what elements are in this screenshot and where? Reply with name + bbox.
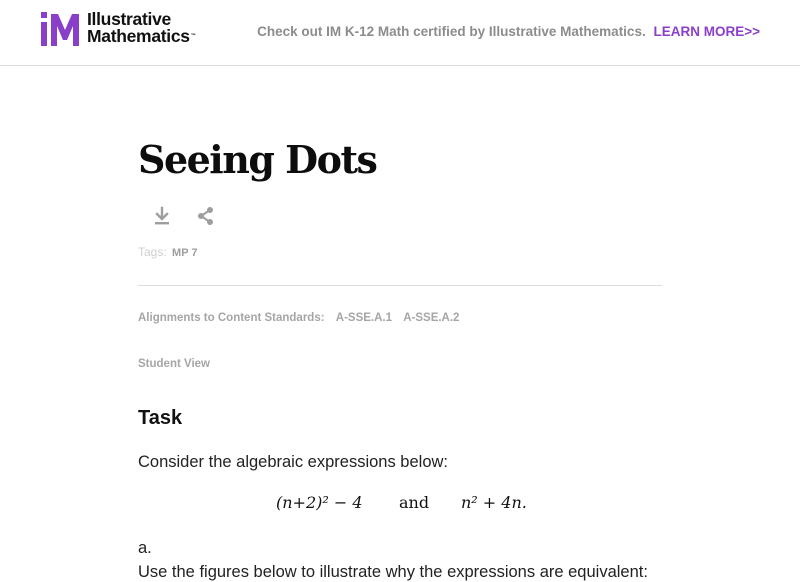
logo-trademark: ™ [190,33,196,39]
site-header: Illustrative Mathematics™ Check out IM K… [0,0,800,66]
logo-line-2: Mathematics [87,26,190,46]
expression-2: n² + 4n. [461,493,527,512]
task-heading: Task [138,407,183,429]
standard-link-a-sse-a-1[interactable]: A-SSE.A.1 [336,312,392,324]
learn-more-link[interactable]: LEARN MORE>> [653,24,760,39]
part-a-text: Use the figures below to illustrate why … [138,563,648,581]
promo-banner: Check out IM K-12 Math certified by Illu… [257,24,760,39]
part-a-label: a. [138,539,152,557]
divider [138,285,662,286]
page-title: Seeing Dots [138,137,378,182]
student-view-link[interactable]: Student View [138,358,210,370]
share-icon [198,207,213,225]
alignments-label: Alignments to Content Standards: [138,312,325,324]
promo-text: Check out IM K-12 Math certified by Illu… [257,24,646,39]
download-icon [155,206,169,225]
math-expressions: (n+2)² − 4 and n² + 4n. [138,493,662,519]
tags-row: Tags: MP 7 [138,245,198,259]
task-intro: Consider the algebraic expressions below… [138,453,449,471]
im-logo-icon [41,12,79,46]
math-and: and [399,493,430,512]
im-logo[interactable]: Illustrative Mathematics™ [41,10,201,47]
standard-link-a-sse-a-2[interactable]: A-SSE.A.2 [403,312,459,324]
share-button[interactable] [196,206,216,226]
tags-label: Tags: [138,245,167,259]
download-button[interactable] [152,206,172,226]
logo-wordmark: Illustrative Mathematics™ [87,10,196,46]
expression-1: (n+2)² − 4 [276,493,363,512]
alignments-row: Alignments to Content Standards: A-SSE.A… [138,312,459,324]
tag-mp7[interactable]: MP 7 [172,247,197,259]
